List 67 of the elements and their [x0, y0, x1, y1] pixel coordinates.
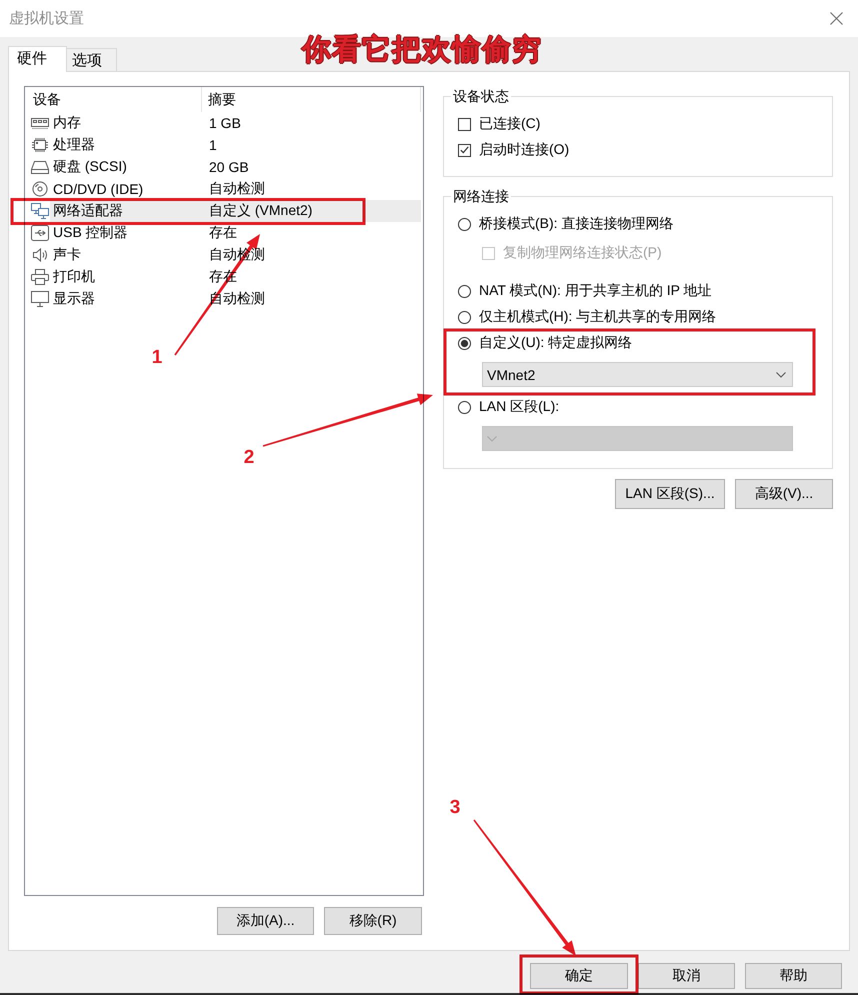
dropdown[interactable]: VMnet2: [482, 362, 793, 387]
list-row[interactable]: CD/DVD (IDE) 自动检测: [30, 178, 421, 200]
printer-icon: [31, 269, 49, 285]
list-row[interactable]: 网络适配器 自定义 (VMnet2): [30, 200, 421, 222]
summary-cell-text: 1 GB: [208, 115, 242, 131]
column-header: 设备: [25, 87, 202, 112]
help-button[interactable]: 帮助: [745, 963, 842, 989]
column-header: 摘要: [202, 87, 421, 112]
add-button[interactable]: 添加(A)...: [217, 907, 314, 935]
summary-cell-text: 自定义 (VMnet2): [208, 202, 314, 220]
summary-cell-text: 自动检测: [208, 180, 266, 198]
window-title: 虚拟机设置: [9, 9, 85, 28]
radio-button[interactable]: [458, 218, 471, 230]
device-name-cell-text: 打印机: [52, 268, 96, 286]
group-title: 设备状态: [452, 87, 510, 106]
device-name-cell-text: 声卡: [52, 246, 82, 264]
radio-label: NAT 模式(N): 用于共享主机的 IP 地址: [479, 282, 712, 300]
radio-label: 桥接模式(B): 直接连接物理网络: [479, 215, 674, 233]
group-title: 网络连接: [452, 187, 510, 206]
device-name-cell-text: 显示器: [52, 290, 96, 308]
callout-number: 3: [450, 797, 460, 818]
checkbox-label: 启动时连接(O): [479, 141, 570, 159]
tab[interactable]: 选项: [67, 48, 117, 71]
callout-number: 1: [152, 347, 162, 368]
remove-button[interactable]: 移除(R): [324, 907, 422, 935]
checkbox[interactable]: [458, 118, 471, 130]
device-name-cell-text: 硬盘 (SCSI): [52, 158, 128, 176]
close-icon[interactable]: [830, 12, 843, 25]
summary-cell-text: 20 GB: [208, 159, 250, 175]
radio-button[interactable]: [458, 310, 471, 324]
radio-button[interactable]: [458, 284, 471, 298]
checkbox-label: 复制物理网络连接状态(P): [503, 244, 662, 262]
radio-label: LAN 区段(L):: [479, 398, 560, 416]
cancel-button[interactable]: 取消: [638, 963, 735, 989]
radio-label: 自定义(U): 特定虚拟网络: [479, 334, 632, 352]
monitors-icon: [31, 203, 49, 219]
monitor-icon: [31, 291, 49, 307]
device-name-cell-text: CD/DVD (IDE): [52, 181, 144, 197]
radio-button[interactable]: [458, 336, 471, 350]
list-row[interactable]: 硬盘 (SCSI) 20 GB: [30, 156, 421, 178]
callout-number: 2: [244, 447, 254, 468]
caption-text: 你看它把欢愉偷穷: [302, 33, 542, 67]
advanced-button[interactable]: 高级(V)...: [735, 479, 833, 509]
lan-segments-button[interactable]: LAN 区段(S)...: [615, 479, 725, 509]
chip-icon: [31, 137, 49, 153]
device-name-cell-text: USB 控制器: [52, 224, 129, 242]
chevron-down-icon: [776, 372, 786, 378]
device-name-cell-text: 网络适配器: [52, 202, 124, 220]
device-name-cell-text: 处理器: [52, 136, 96, 154]
summary-cell-text: 1: [208, 137, 218, 153]
memory-module-icon: [31, 115, 49, 131]
list-row[interactable]: USB 控制器 存在: [30, 222, 421, 244]
speaker-icon: [31, 247, 49, 263]
list-row[interactable]: 内存 1 GB: [30, 112, 421, 134]
list-row[interactable]: 处理器 1: [30, 134, 421, 156]
drive-icon: [31, 159, 49, 175]
ok-button[interactable]: 确定: [530, 963, 628, 989]
tab[interactable]: 硬件: [8, 46, 67, 72]
checkbox[interactable]: [458, 144, 471, 156]
usb-icon: [31, 225, 49, 241]
checkbox-label: 已连接(C): [479, 115, 540, 133]
radio-button[interactable]: [458, 400, 471, 414]
device-name-cell-text: 内存: [52, 114, 82, 132]
disc-icon: [31, 181, 49, 197]
radio-label: 仅主机模式(H): 与主机共享的专用网络: [479, 308, 716, 326]
chevron-down-icon: [487, 436, 497, 442]
summary-cell-text: 存在: [208, 224, 238, 242]
